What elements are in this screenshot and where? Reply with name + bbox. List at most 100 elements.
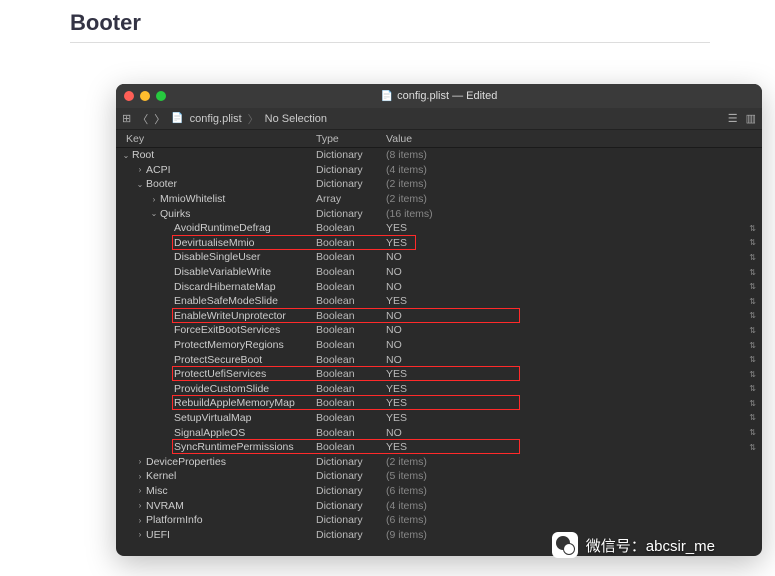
table-row[interactable]: ⌄RootDictionary(8 items) [116, 148, 762, 163]
column-header-type[interactable]: Type [316, 133, 386, 145]
table-row[interactable]: DisableVariableWriteBooleanNO⇅ [116, 265, 762, 280]
table-row[interactable]: ›MmioWhitelistArray(2 items) [116, 192, 762, 207]
table-row[interactable]: ProvideCustomSlideBooleanYES⇅ [116, 382, 762, 397]
row-value: (5 items) [386, 470, 762, 482]
table-row[interactable]: ForceExitBootServicesBooleanNO⇅ [116, 323, 762, 338]
stepper-icon[interactable]: ⇅ [749, 311, 756, 320]
watermark: 微信号：abcsir_me [552, 532, 715, 558]
row-value: YES [386, 412, 762, 424]
editor-window: 📄 config.plist — Edited ⊞ 〈 〉 📄 config.p… [116, 84, 762, 556]
row-key: Root [132, 149, 154, 161]
toolbar: ⊞ 〈 〉 📄 config.plist 〉 No Selection ☰ ▥ [116, 108, 762, 130]
table-row[interactable]: SetupVirtualMapBooleanYES⇅ [116, 411, 762, 426]
stepper-icon[interactable]: ⇅ [749, 413, 756, 422]
row-key: ProtectMemoryRegions [174, 339, 284, 351]
row-key: ProtectUefiServices [174, 368, 266, 380]
table-row[interactable]: AvoidRuntimeDefragBooleanYES⇅ [116, 221, 762, 236]
table-row[interactable]: ⌄QuirksDictionary(16 items) [116, 206, 762, 221]
table-row[interactable]: RebuildAppleMemoryMapBooleanYES⇅ [116, 396, 762, 411]
table-row[interactable]: ›MiscDictionary(6 items) [116, 484, 762, 499]
chevron-right-icon[interactable]: › [136, 516, 144, 525]
column-header-value[interactable]: Value [386, 133, 762, 145]
chevron-right-icon[interactable]: › [136, 486, 144, 495]
table-row[interactable]: ProtectUefiServicesBooleanYES⇅ [116, 367, 762, 382]
table-row[interactable]: ProtectMemoryRegionsBooleanNO⇅ [116, 338, 762, 353]
row-value: NO [386, 310, 762, 322]
stepper-icon[interactable]: ⇅ [749, 253, 756, 262]
nav-back-icon[interactable]: 〈 [137, 111, 148, 127]
stepper-icon[interactable]: ⇅ [749, 268, 756, 277]
window-title-text: config.plist — Edited [397, 90, 497, 102]
row-key: MmioWhitelist [160, 193, 225, 205]
row-key: DiscardHibernateMap [174, 281, 276, 293]
row-value: (2 items) [386, 193, 762, 205]
stepper-icon[interactable]: ⇅ [749, 224, 756, 233]
nav-forward-icon[interactable]: 〉 [154, 111, 165, 127]
row-value: (4 items) [386, 500, 762, 512]
stepper-icon[interactable]: ⇅ [749, 428, 756, 437]
chevron-right-icon[interactable]: › [136, 501, 144, 510]
table-row[interactable]: ProtectSecureBootBooleanNO⇅ [116, 352, 762, 367]
chevron-down-icon[interactable]: ⌄ [136, 180, 144, 189]
column-view-icon[interactable]: ▥ [746, 112, 756, 125]
row-value: NO [386, 339, 762, 351]
table-row[interactable]: ›DevicePropertiesDictionary(2 items) [116, 454, 762, 469]
row-key: EnableWriteUnprotector [174, 310, 286, 322]
table-row[interactable]: EnableWriteUnprotectorBooleanNO⇅ [116, 309, 762, 324]
row-key: PlatformInfo [146, 514, 203, 526]
table-row[interactable]: ›NVRAMDictionary(4 items) [116, 498, 762, 513]
chevron-right-icon[interactable]: › [136, 457, 144, 466]
row-key: SignalAppleOS [174, 427, 245, 439]
watermark-text: 微信号：abcsir_me [586, 535, 715, 556]
table-row[interactable]: ›KernelDictionary(5 items) [116, 469, 762, 484]
row-key: ProvideCustomSlide [174, 383, 269, 395]
chevron-right-icon[interactable]: › [136, 530, 144, 539]
row-type: Boolean [316, 295, 386, 307]
stepper-icon[interactable]: ⇅ [749, 282, 756, 291]
table-row[interactable]: ⌄BooterDictionary(2 items) [116, 177, 762, 192]
row-key: DisableSingleUser [174, 251, 260, 263]
stepper-icon[interactable]: ⇅ [749, 399, 756, 408]
stepper-icon[interactable]: ⇅ [749, 238, 756, 247]
stepper-icon[interactable]: ⇅ [749, 341, 756, 350]
stepper-icon[interactable]: ⇅ [749, 355, 756, 364]
grid-icon[interactable]: ⊞ [122, 112, 131, 125]
row-value: NO [386, 281, 762, 293]
row-key: ProtectSecureBoot [174, 354, 262, 366]
chevron-right-icon[interactable]: › [150, 195, 158, 204]
row-value: NO [386, 354, 762, 366]
stepper-icon[interactable]: ⇅ [749, 443, 756, 452]
page-title: Booter [70, 10, 141, 36]
list-view-icon[interactable]: ☰ [728, 112, 738, 125]
row-value: YES [386, 222, 762, 234]
row-type: Dictionary [316, 164, 386, 176]
window-titlebar: 📄 config.plist — Edited [116, 84, 762, 108]
table-row[interactable]: ›PlatformInfoDictionary(6 items) [116, 513, 762, 528]
table-row[interactable]: DevirtualiseMmioBooleanYES⇅ [116, 236, 762, 251]
chevron-down-icon[interactable]: ⌄ [150, 209, 158, 218]
stepper-icon[interactable]: ⇅ [749, 384, 756, 393]
row-value: (8 items) [386, 149, 762, 161]
stepper-icon[interactable]: ⇅ [749, 326, 756, 335]
table-row[interactable]: SyncRuntimePermissionsBooleanYES⇅ [116, 440, 762, 455]
stepper-icon[interactable]: ⇅ [749, 297, 756, 306]
table-row[interactable]: DiscardHibernateMapBooleanNO⇅ [116, 279, 762, 294]
table-row[interactable]: DisableSingleUserBooleanNO⇅ [116, 250, 762, 265]
breadcrumb-item[interactable]: config.plist [190, 113, 242, 125]
row-key: EnableSafeModeSlide [174, 295, 278, 307]
breadcrumb-separator: 〉 [248, 111, 259, 127]
row-type: Boolean [316, 237, 386, 249]
chevron-down-icon[interactable]: ⌄ [122, 151, 130, 160]
column-header-key[interactable]: Key [116, 133, 316, 145]
table-row[interactable]: EnableSafeModeSlideBooleanYES⇅ [116, 294, 762, 309]
table-row[interactable]: ›ACPIDictionary(4 items) [116, 163, 762, 178]
chevron-right-icon[interactable]: › [136, 472, 144, 481]
file-icon: 📄 [171, 113, 183, 124]
divider [70, 42, 710, 43]
stepper-icon[interactable]: ⇅ [749, 370, 756, 379]
row-value: (4 items) [386, 164, 762, 176]
row-key: SetupVirtualMap [174, 412, 251, 424]
breadcrumb-item[interactable]: No Selection [265, 113, 327, 125]
table-row[interactable]: SignalAppleOSBooleanNO⇅ [116, 425, 762, 440]
chevron-right-icon[interactable]: › [136, 165, 144, 174]
